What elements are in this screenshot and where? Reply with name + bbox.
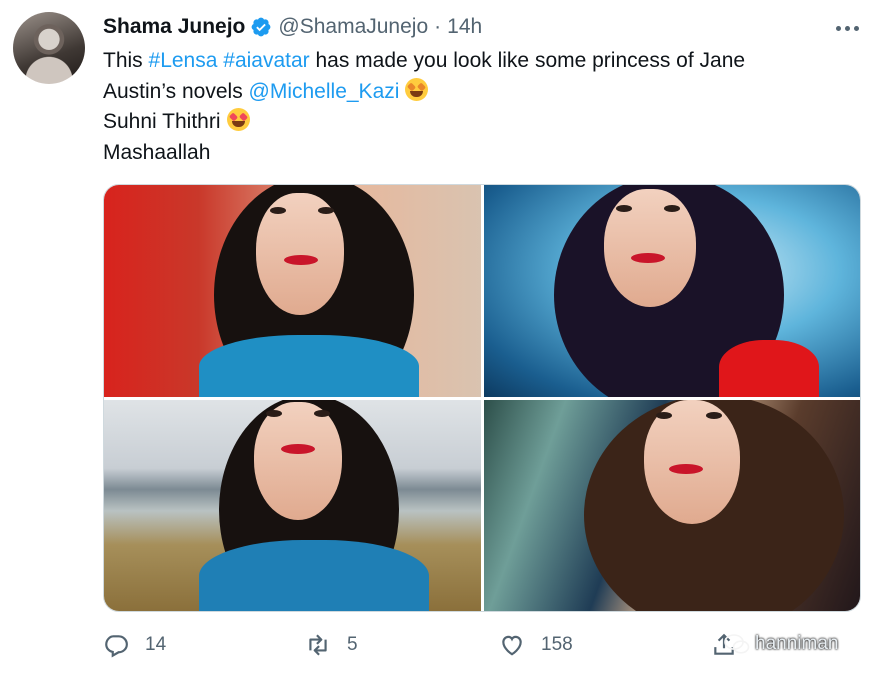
text-fragment: This <box>103 49 149 72</box>
tweet-text-line-4: Mashaallah <box>103 140 211 164</box>
text-fragment: Austin’s novels <box>103 79 249 103</box>
like-count: 158 <box>541 634 573 655</box>
media-photo-1[interactable] <box>104 185 481 397</box>
retweet-count: 5 <box>347 634 358 655</box>
wechat-icon <box>724 634 750 654</box>
heart-eyes-emoji-icon <box>226 108 250 131</box>
media-photo-3[interactable] <box>104 400 481 611</box>
hashtag-lensa[interactable]: #Lensa <box>149 49 218 72</box>
author-handle[interactable]: @ShamaJunejo <box>278 15 428 39</box>
text-fragment: has made you look like some princess of … <box>309 49 746 72</box>
avatar[interactable] <box>13 12 85 84</box>
tweet-timestamp[interactable]: 14h <box>447 15 482 39</box>
retweet-button[interactable]: 5 <box>305 630 358 660</box>
tweet-text-line-3: Suhni Thithri <box>103 107 863 138</box>
separator-dot: · <box>434 15 442 38</box>
verified-badge-icon <box>251 17 271 37</box>
reply-icon <box>105 635 128 658</box>
text-fragment: Suhni Thithri <box>103 110 221 133</box>
more-dots-icon[interactable] <box>836 18 860 38</box>
tweet-text-line-2: Austin’s novels @Michelle_Kazi <box>103 77 863 108</box>
tweet[interactable]: Shama Junejo @ShamaJunejo · 14h This #Le… <box>0 0 892 677</box>
watermark: hanniman <box>724 633 838 655</box>
star-struck-emoji-icon <box>405 77 429 101</box>
media-grid <box>103 184 861 612</box>
reply-count: 14 <box>145 634 167 655</box>
like-button[interactable]: 158 <box>499 630 573 660</box>
retweet-icon <box>309 634 327 656</box>
heart-icon <box>502 635 522 656</box>
media-photo-4[interactable] <box>484 400 860 611</box>
tweet-text: This #Lensa #aiavatar has made you look … <box>103 46 863 168</box>
hashtag-aiavatar[interactable]: #aiavatar <box>223 49 309 72</box>
watermark-text: hanniman <box>755 633 839 654</box>
author-name[interactable]: Shama Junejo <box>103 15 245 39</box>
mention-michelle-kazi[interactable]: @Michelle_Kazi <box>249 80 400 103</box>
tweet-header: Shama Junejo @ShamaJunejo · 14h <box>103 14 482 40</box>
media-photo-2[interactable] <box>484 185 860 397</box>
tweet-text-line-1: This #Lensa #aiavatar has made you look … <box>103 46 863 77</box>
reply-button[interactable]: 14 <box>103 630 166 660</box>
